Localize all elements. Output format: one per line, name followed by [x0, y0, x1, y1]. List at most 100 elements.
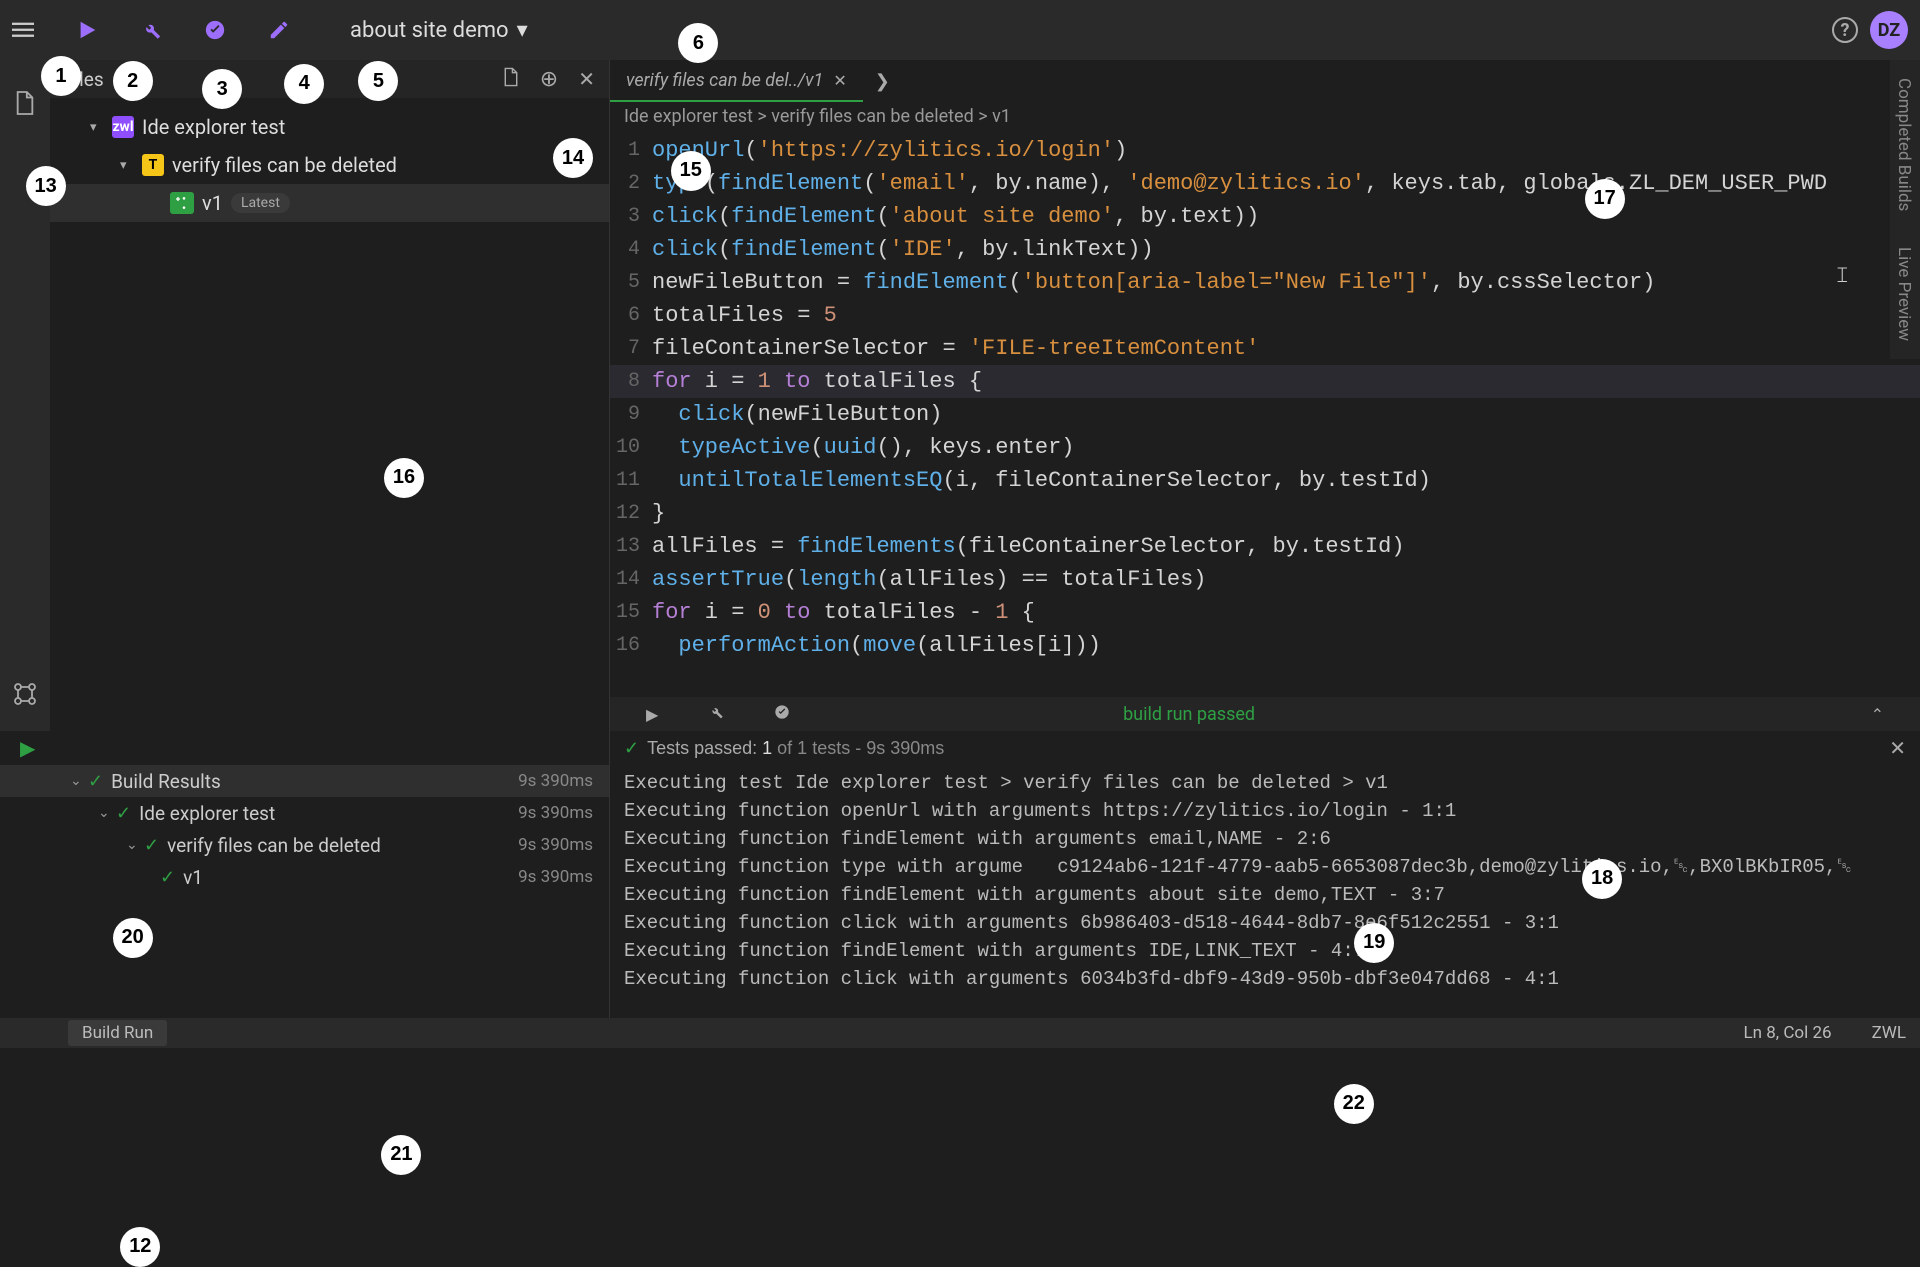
add-icon[interactable]: ⊕	[540, 67, 558, 92]
code-line[interactable]: 6totalFiles = 5	[610, 299, 1920, 332]
build-row-label: Ide explorer test	[139, 802, 275, 825]
line-number: 1	[610, 139, 652, 162]
chevron-down-icon: ▾	[90, 120, 104, 135]
rerun-icon[interactable]: ▶	[20, 736, 35, 760]
code-line[interactable]: 5newFileButton = findElement('button[ari…	[610, 266, 1920, 299]
annotation-callout: 19	[1354, 923, 1394, 963]
build-row-label: v1	[183, 866, 203, 889]
code-content[interactable]: for i = 0 to totalFiles - 1 {	[652, 600, 1035, 625]
code-content[interactable]: allFiles = findElements(fileContainerSel…	[652, 534, 1405, 559]
code-line[interactable]: 7fileContainerSelector = 'FILE-treeItemC…	[610, 332, 1920, 365]
log-panel: ✓ Tests passed: 1 of 1 tests ‑ 9s 390ms …	[610, 731, 1920, 1018]
file-icon[interactable]	[14, 90, 36, 121]
annotation-callout: 3	[202, 69, 242, 109]
completed-builds-tab[interactable]: Completed Builds	[1890, 60, 1918, 229]
code-content[interactable]: click(findElement('about site demo', by.…	[652, 204, 1259, 229]
check-icon: ✓	[88, 771, 103, 792]
code-line[interactable]: 14assertTrue(length(allFiles) == totalFi…	[610, 563, 1920, 596]
annotation-callout: 12	[120, 1227, 160, 1267]
build-result-row[interactable]: ✓v19s 390ms	[0, 861, 609, 893]
code-content[interactable]: click(newFileButton)	[652, 402, 942, 427]
build-results-panel: ▶ ⌄✓Build Results9s 390ms⌄✓Ide explorer …	[0, 731, 610, 1018]
code-content[interactable]: openUrl('https://zylitics.io/login')	[652, 138, 1127, 163]
code-line[interactable]: 4click(findElement('IDE', by.linkText))	[610, 233, 1920, 266]
status-mode[interactable]: Build Run	[68, 1020, 167, 1046]
edit-icon[interactable]	[268, 19, 290, 41]
check-icon: ✓	[160, 867, 175, 888]
cursor-position[interactable]: Ln 8, Col 26	[1743, 1023, 1831, 1043]
annotation-callout: 18	[1582, 859, 1622, 899]
annotation-callout: 20	[113, 918, 153, 958]
avatar[interactable]: DZ	[1870, 11, 1908, 49]
code-content[interactable]: click(findElement('IDE', by.linkText))	[652, 237, 1154, 262]
chevron-down-icon: ⌄	[98, 805, 116, 821]
line-number: 5	[610, 271, 652, 294]
tab-overflow-icon[interactable]: ❯	[863, 60, 902, 102]
chevron-down-icon: ▾	[517, 18, 528, 43]
tree-file-root[interactable]: ▾ zwl Ide explorer test	[50, 108, 609, 146]
close-icon[interactable]: ✕	[1889, 736, 1906, 761]
tree-version-item[interactable]: v1 Latest	[50, 184, 609, 222]
code-editor[interactable]: 𝙸 1openUrl('https://zylitics.io/login')2…	[610, 134, 1920, 697]
editor-action-bar: ▶ build run passed ⌃	[610, 697, 1920, 731]
top-toolbar: about site demo ▾ ? DZ	[0, 0, 1920, 60]
workflow-icon[interactable]	[13, 682, 37, 711]
code-content[interactable]: for i = 1 to totalFiles {	[652, 369, 982, 394]
new-file-icon[interactable]	[502, 67, 520, 92]
line-number: 7	[610, 337, 652, 360]
annotation-callout: 1	[41, 56, 81, 96]
code-content[interactable]: untilTotalElementsEQ(i, fileContainerSel…	[652, 468, 1431, 493]
run-icon[interactable]: ▶	[646, 705, 658, 724]
line-number: 14	[610, 568, 652, 591]
code-line[interactable]: 11 untilTotalElementsEQ(i, fileContainer…	[610, 464, 1920, 497]
code-line[interactable]: 13allFiles = findElements(fileContainerS…	[610, 530, 1920, 563]
code-line[interactable]: 16 performAction(move(allFiles[i]))	[610, 629, 1920, 662]
project-dropdown[interactable]: about site demo ▾	[350, 18, 528, 43]
line-number: 3	[610, 205, 652, 228]
check-circle-icon[interactable]	[204, 19, 226, 41]
code-content[interactable]: typeActive(uuid(), keys.enter)	[652, 435, 1075, 460]
wrench-icon[interactable]	[708, 704, 724, 724]
code-line[interactable]: 10 typeActive(uuid(), keys.enter)	[610, 431, 1920, 464]
code-line[interactable]: 3click(findElement('about site demo', by…	[610, 200, 1920, 233]
wrench-icon[interactable]	[140, 19, 162, 41]
code-line[interactable]: 8for i = 1 to totalFiles {	[610, 365, 1920, 398]
check-icon: ✓	[144, 835, 159, 856]
tab-close-icon[interactable]: ✕	[833, 71, 846, 90]
build-result-row[interactable]: ⌄✓Ide explorer test9s 390ms	[0, 797, 609, 829]
help-icon[interactable]: ?	[1832, 17, 1858, 43]
code-line[interactable]: 2type(findElement('email', by.name), 'de…	[610, 167, 1920, 200]
tree-test-item[interactable]: ▾ T verify files can be deleted	[50, 146, 609, 184]
test-badge-icon: T	[142, 154, 164, 176]
chevron-up-icon[interactable]: ⌃	[1871, 705, 1884, 724]
code-line[interactable]: 12}	[610, 497, 1920, 530]
run-icon[interactable]	[76, 19, 98, 41]
project-name: about site demo	[350, 18, 509, 43]
check-icon: ✓	[116, 803, 131, 824]
code-content[interactable]: performAction(move(allFiles[i]))	[652, 633, 1101, 658]
code-content[interactable]: newFileButton = findElement('button[aria…	[652, 270, 1655, 295]
chevron-down-icon: ⌄	[126, 837, 144, 853]
build-result-row[interactable]: ⌄✓verify files can be deleted9s 390ms	[0, 829, 609, 861]
code-line[interactable]: 1openUrl('https://zylitics.io/login')	[610, 134, 1920, 167]
log-output: Executing test Ide explorer test > verif…	[610, 765, 1920, 1018]
annotation-callout: 21	[381, 1135, 421, 1175]
build-row-time: 9s 390ms	[518, 771, 593, 791]
version-badge-icon	[170, 192, 194, 214]
code-content[interactable]: fileContainerSelector = 'FILE-treeItemCo…	[652, 336, 1259, 361]
tests-passed-label: Tests passed: 1 of 1 tests ‑ 9s 390ms	[647, 738, 944, 759]
language-mode[interactable]: ZWL	[1872, 1023, 1906, 1043]
close-panel-icon[interactable]: ✕	[578, 67, 595, 92]
code-content[interactable]: assertTrue(length(allFiles) == totalFile…	[652, 567, 1207, 592]
tab-active[interactable]: verify files can be del../v1 ✕	[610, 60, 863, 102]
code-line[interactable]: 9 click(newFileButton)	[610, 398, 1920, 431]
code-content[interactable]: }	[652, 501, 665, 526]
code-content[interactable]: type(findElement('email', by.name), 'dem…	[652, 171, 1827, 196]
code-content[interactable]: totalFiles = 5	[652, 303, 837, 328]
check-icon[interactable]	[774, 704, 790, 724]
annotation-callout: 15	[671, 151, 711, 191]
live-preview-tab[interactable]: Live Preview	[1890, 229, 1918, 359]
build-result-row[interactable]: ⌄✓Build Results9s 390ms	[0, 765, 609, 797]
code-line[interactable]: 15for i = 0 to totalFiles - 1 {	[610, 596, 1920, 629]
menu-icon[interactable]	[12, 19, 34, 41]
